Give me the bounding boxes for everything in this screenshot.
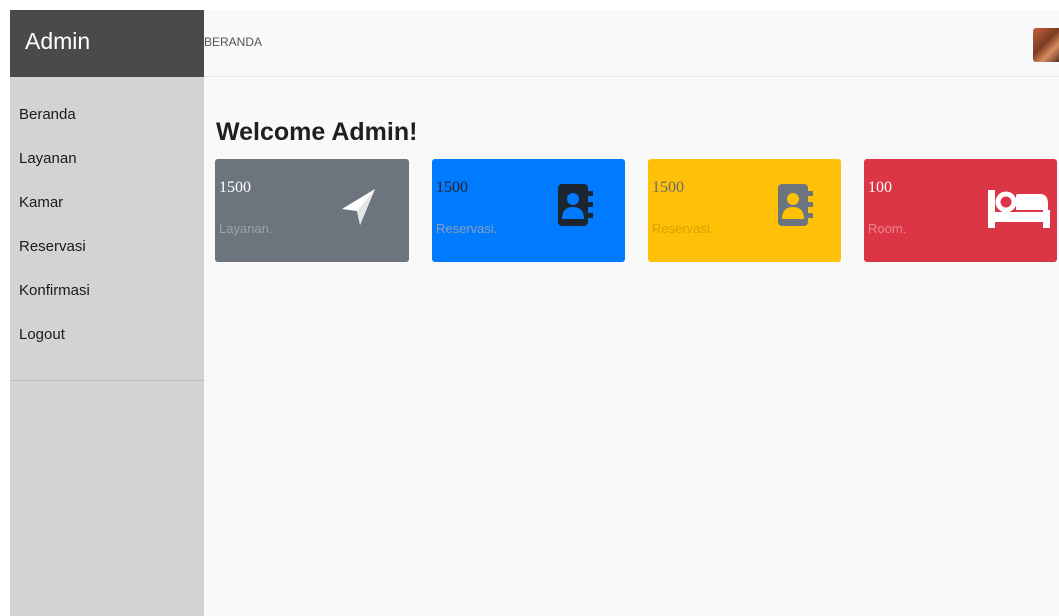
card-number: 100: [868, 179, 892, 196]
sidebar-item-kamar[interactable]: Kamar: [10, 189, 204, 233]
sidebar-item-beranda[interactable]: Beranda: [10, 101, 204, 145]
address-book-icon: [558, 184, 594, 226]
sidebar: Admin Beranda Layanan Kamar Reservasi Ko…: [10, 10, 204, 616]
avatar[interactable]: [1033, 28, 1059, 62]
sidebar-item-logout[interactable]: Logout: [10, 321, 204, 365]
top-navbar: BERANDA: [204, 10, 1059, 77]
brand-title[interactable]: Admin: [10, 10, 204, 77]
card-number: 1500: [219, 179, 251, 196]
sidebar-divider: [10, 380, 204, 381]
stat-card-room[interactable]: 100 Room.: [864, 159, 1057, 262]
main-content: Welcome Admin! 1500 Layanan. 1500 Reserv…: [204, 78, 1059, 616]
bed-icon: [988, 190, 1050, 228]
stat-card-reservasi[interactable]: 1500 Reservasi.: [432, 159, 625, 262]
page-title: Welcome Admin!: [216, 118, 418, 146]
address-book-icon: [778, 184, 814, 226]
sidebar-item-layanan[interactable]: Layanan: [10, 145, 204, 189]
sidebar-item-reservasi[interactable]: Reservasi: [10, 233, 204, 277]
card-label: Reservasi.: [652, 221, 714, 236]
card-label: Room.: [868, 221, 907, 236]
stat-card-reservasi-yellow[interactable]: 1500 Reservasi.: [648, 159, 841, 262]
card-label: Layanan.: [219, 221, 273, 236]
sidebar-item-konfirmasi[interactable]: Konfirmasi: [10, 277, 204, 321]
card-number: 1500: [436, 179, 468, 196]
stat-card-layanan[interactable]: 1500 Layanan.: [215, 159, 409, 262]
paper-plane-icon: [342, 189, 376, 225]
card-number: 1500: [652, 179, 684, 196]
sidebar-menu: Beranda Layanan Kamar Reservasi Konfirma…: [10, 77, 204, 365]
breadcrumb[interactable]: BERANDA: [204, 35, 262, 49]
card-label: Reservasi.: [436, 221, 498, 236]
